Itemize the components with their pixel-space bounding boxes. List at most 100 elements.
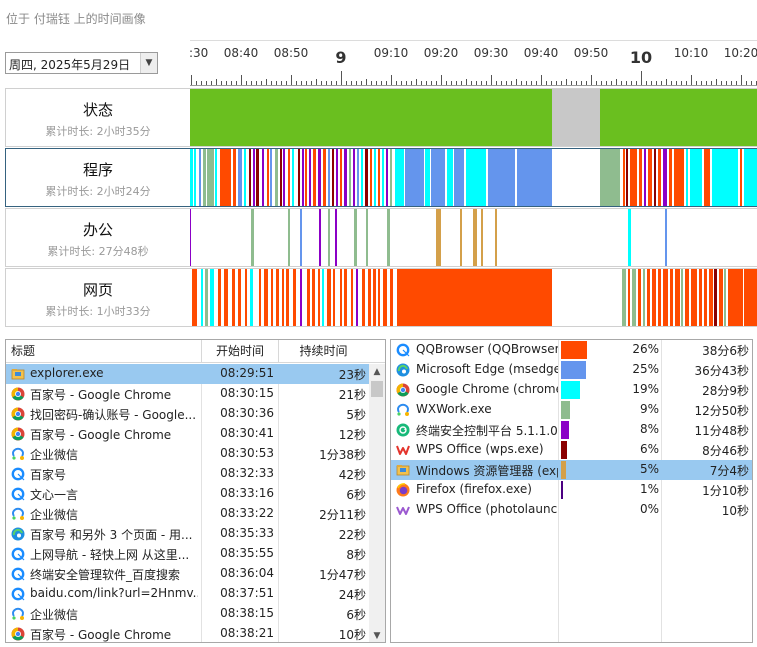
timeline-segment[interactable]: [293, 269, 296, 326]
timeline-segment[interactable]: [658, 149, 661, 206]
timeline-segment[interactable]: [699, 269, 702, 326]
timeline-segment[interactable]: [709, 269, 713, 326]
timeline-segment[interactable]: [600, 89, 757, 146]
timeline-segment[interactable]: [658, 269, 661, 326]
timeline-segment[interactable]: [390, 269, 393, 326]
timeline-segment[interactable]: [552, 89, 600, 146]
timeline-segment[interactable]: [190, 89, 552, 146]
timeline-segment[interactable]: [194, 149, 196, 206]
timeline-segment[interactable]: [383, 269, 387, 326]
timeline-segment[interactable]: [622, 269, 626, 326]
timeline-row-label[interactable]: 程序 累计时长: 2小时24分: [6, 149, 190, 206]
timeline-segment[interactable]: [275, 149, 278, 206]
timeline-segment[interactable]: [259, 269, 261, 326]
timeline-segment[interactable]: [319, 209, 321, 266]
timeline-segment[interactable]: [675, 269, 680, 326]
chevron-down-icon[interactable]: ▼: [140, 53, 157, 73]
timeline-segment[interactable]: [220, 149, 231, 206]
timeline-segment[interactable]: [264, 269, 268, 326]
timeline-segment[interactable]: [643, 269, 645, 326]
timeline-segment[interactable]: [233, 149, 236, 206]
timeline-segment[interactable]: [276, 269, 279, 326]
timeline-segment[interactable]: [623, 149, 625, 206]
timeline-track-office[interactable]: [190, 209, 757, 266]
date-picker[interactable]: 周四, 2025年5月29日 ▼: [5, 52, 158, 74]
timeline-segment[interactable]: [719, 269, 723, 326]
column-title-header[interactable]: 标题: [11, 340, 201, 363]
app-row[interactable]: Firefox (firefox.exe) 1% 1分10秒: [391, 480, 752, 500]
timeline-segment[interactable]: [351, 269, 353, 326]
timeline-segment[interactable]: [353, 149, 355, 206]
app-usage-table[interactable]: QQBrowser (QQBrowser.exe) 26% 38分6秒 Microso…: [390, 339, 753, 643]
timeline-segment[interactable]: [327, 269, 331, 326]
event-table-scrollbar[interactable]: ▲ ▼: [369, 364, 385, 642]
timeline-segment[interactable]: [190, 149, 193, 206]
timeline-segment[interactable]: [309, 149, 311, 206]
timeline-segment[interactable]: [344, 269, 347, 326]
timeline-segment[interactable]: [318, 269, 320, 326]
timeline-segment[interactable]: [644, 149, 646, 206]
timeline-segment[interactable]: [328, 209, 330, 266]
timeline-segment[interactable]: [425, 149, 430, 206]
timeline-segment[interactable]: [300, 209, 302, 266]
table-row[interactable]: 终端安全管理软件_百度搜索 08:36:04 1分47秒: [6, 564, 369, 584]
table-row[interactable]: 百家号 08:32:33 42秒: [6, 464, 369, 484]
timeline-row-label[interactable]: 网页 累计时长: 1小时33分: [6, 269, 190, 326]
timeline-segment[interactable]: [600, 149, 620, 206]
table-row[interactable]: 企业微信 08:33:22 2分11秒: [6, 504, 369, 524]
timeline-segment[interactable]: [652, 269, 656, 326]
timeline-segment[interactable]: [224, 269, 228, 326]
timeline-segment[interactable]: [690, 149, 702, 206]
app-row[interactable]: Google Chrome (chrome.exe) 19% 28分9秒: [391, 380, 752, 400]
timeline-segment[interactable]: [495, 209, 497, 266]
timeline-segment[interactable]: [286, 269, 289, 326]
timeline-segment[interactable]: [460, 209, 462, 266]
timeline-segment[interactable]: [669, 149, 672, 206]
timeline-segment[interactable]: [344, 149, 347, 206]
timeline-segment[interactable]: [517, 149, 552, 206]
app-row[interactable]: 终端安全控制平台 5.1.1.0 (...) 8% 11分48秒: [391, 420, 752, 440]
timeline-segment[interactable]: [262, 149, 264, 206]
timeline-segment[interactable]: [473, 209, 477, 266]
timeline-row-label[interactable]: 办公 累计时长: 27分48秒: [6, 209, 190, 266]
timeline-segment[interactable]: [305, 149, 307, 206]
timeline-segment[interactable]: [382, 149, 384, 206]
timeline-segment[interactable]: [282, 269, 284, 326]
table-row[interactable]: 文心一言 08:33:16 6秒: [6, 484, 369, 504]
timeline-segment[interactable]: [192, 269, 197, 326]
timeline-segment[interactable]: [201, 269, 203, 326]
timeline-segment[interactable]: [332, 149, 334, 206]
timeline-segment[interactable]: [270, 149, 272, 206]
timeline-segment[interactable]: [488, 149, 515, 206]
timeline-segment[interactable]: [436, 209, 441, 266]
app-row[interactable]: WXWork.exe 9% 12分50秒: [391, 400, 752, 420]
timeline-segment[interactable]: [267, 149, 269, 206]
timeline-segment[interactable]: [292, 149, 294, 206]
table-row[interactable]: 企业微信 08:38:15 6秒: [6, 604, 369, 624]
timeline-segment[interactable]: [190, 209, 191, 266]
timeline-track-web[interactable]: [190, 269, 757, 326]
timeline-segment[interactable]: [373, 269, 376, 326]
timeline-segment[interactable]: [648, 149, 652, 206]
timeline-segment[interactable]: [210, 269, 214, 326]
table-row[interactable]: 上网导航 - 轻快上网 从这里... 08:35:55 8秒: [6, 544, 369, 564]
timeline-segment[interactable]: [203, 149, 206, 206]
timeline-segment[interactable]: [654, 149, 656, 206]
column-start-header[interactable]: 开始时间: [201, 340, 278, 363]
timeline-segment[interactable]: [704, 149, 710, 206]
timeline-segment[interactable]: [405, 149, 424, 206]
table-row[interactable]: baidu.com/link?url=2Hnmv... 08:37:51 24秒: [6, 584, 369, 604]
timeline-segment[interactable]: [280, 149, 282, 206]
timeline-segment[interactable]: [639, 149, 642, 206]
timeline-segment[interactable]: [626, 149, 628, 206]
app-row[interactable]: WPS Office (photolaunch.exe) 0% 10秒: [391, 500, 752, 520]
timeline-segment[interactable]: [312, 269, 315, 326]
timeline-segment[interactable]: [714, 269, 717, 326]
timeline-track-status[interactable]: [190, 89, 757, 146]
column-duration-header[interactable]: 持续时间: [278, 340, 368, 363]
timeline-segment[interactable]: [665, 209, 667, 266]
scroll-down-icon[interactable]: ▼: [369, 628, 385, 642]
timeline-segment[interactable]: [238, 149, 242, 206]
timeline-segment[interactable]: [256, 149, 259, 206]
timeline-segment[interactable]: [466, 149, 486, 206]
